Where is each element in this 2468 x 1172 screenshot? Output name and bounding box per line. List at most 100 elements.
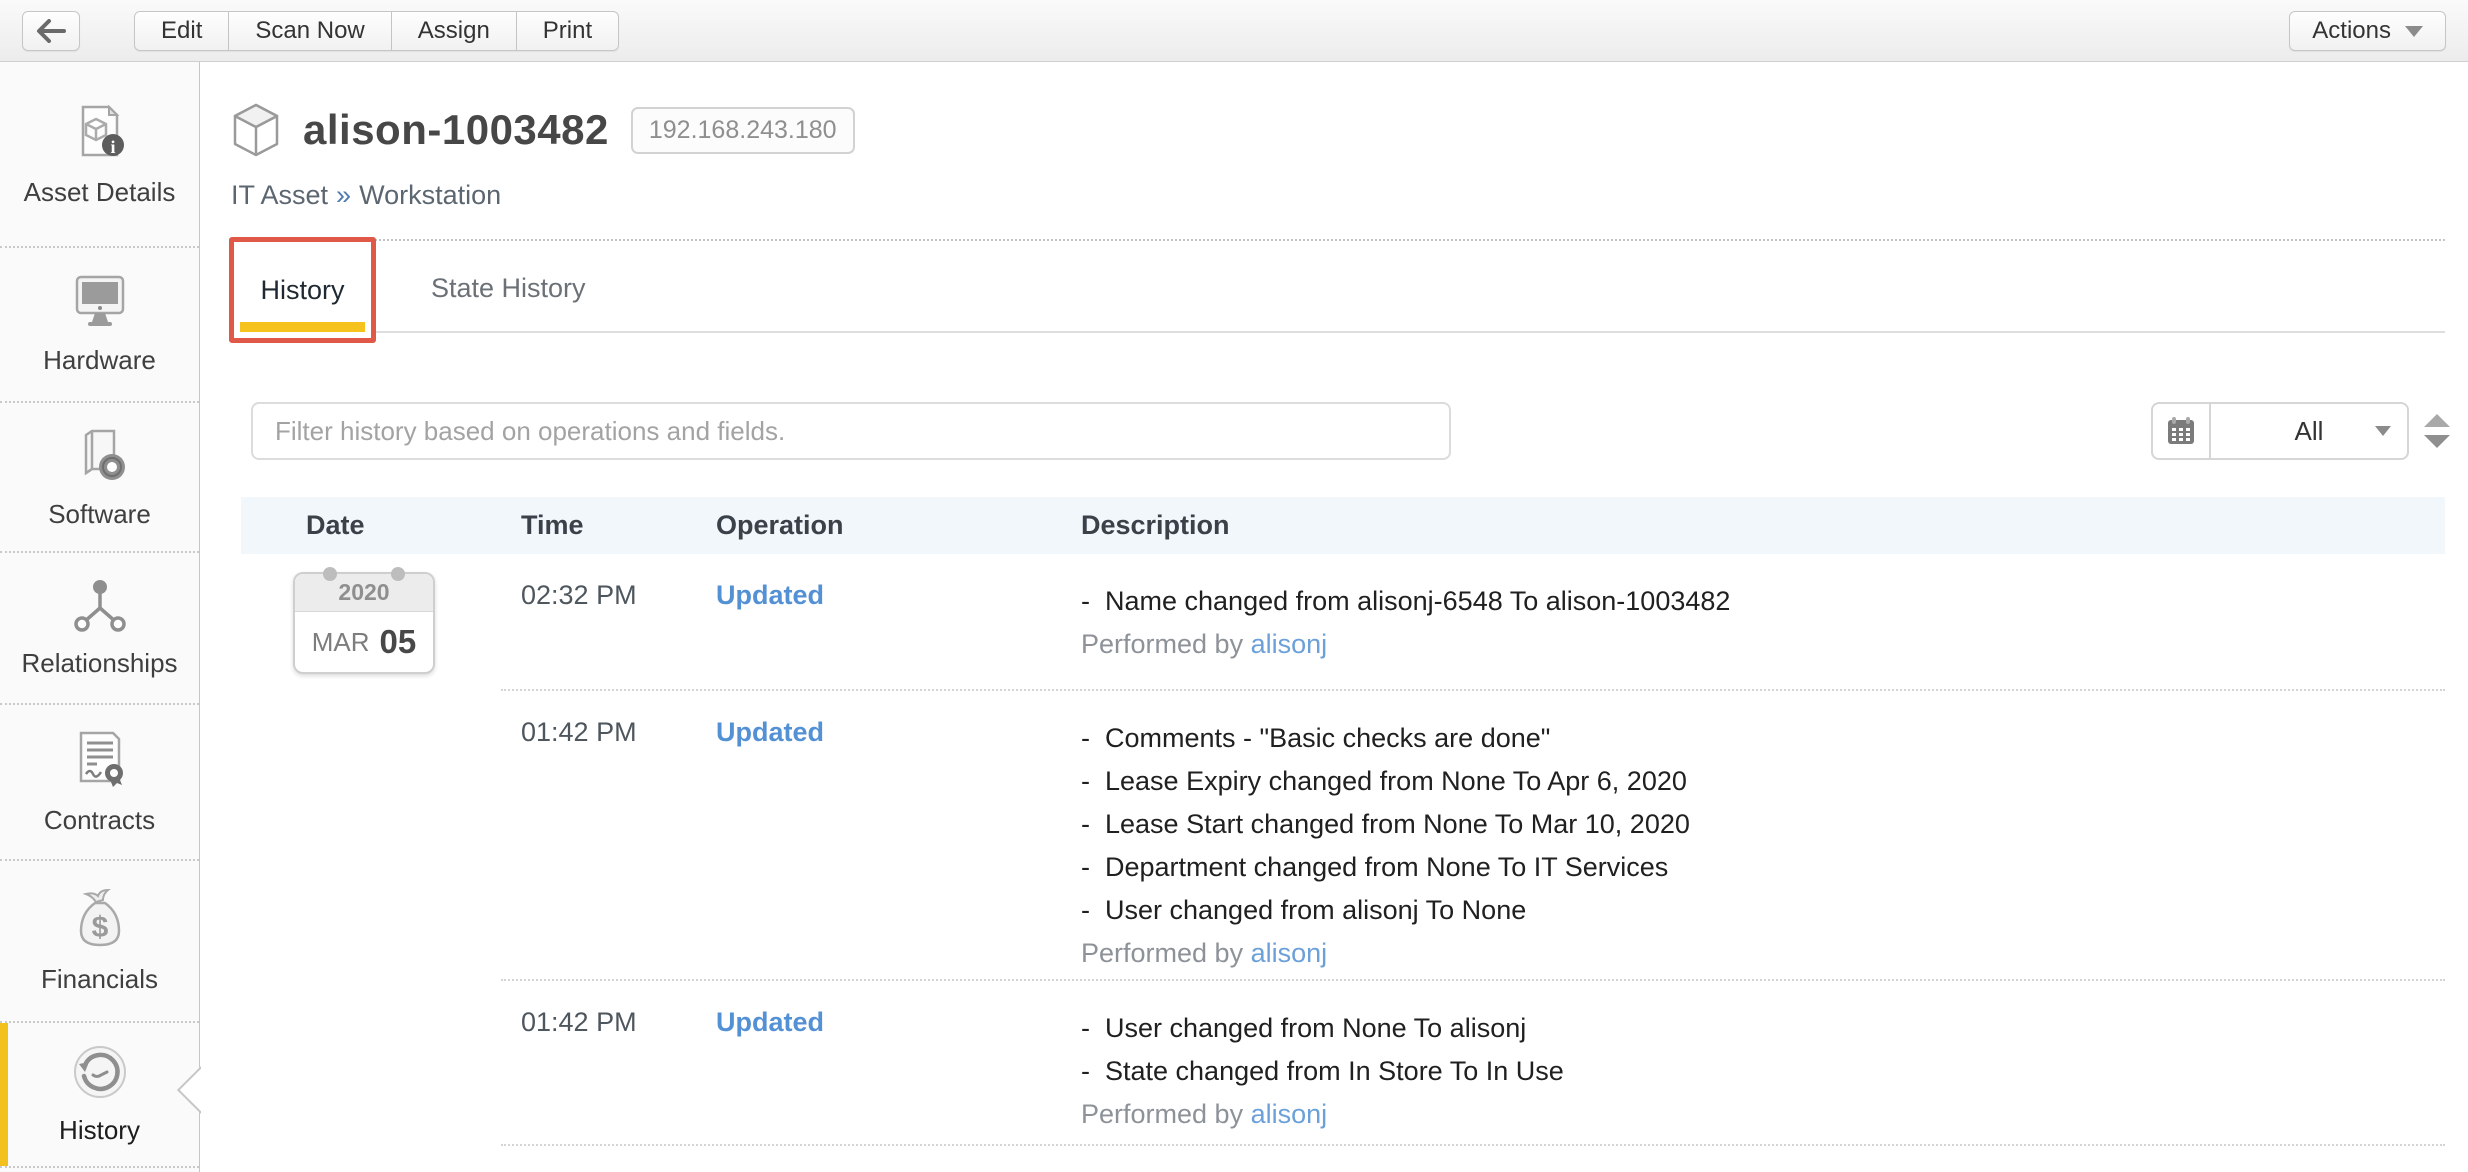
tab-state-history[interactable]: State History (431, 241, 586, 335)
performed-by-user-link[interactable]: alisonj (1251, 629, 1328, 659)
tab-history[interactable]: History (234, 242, 371, 338)
sidebar-item-hardware[interactable]: Hardware (0, 248, 199, 403)
date-card-year: 2020 (295, 574, 433, 612)
performed-by-user-link[interactable]: alisonj (1251, 938, 1328, 968)
change-line: Comments - "Basic checks are done" (1081, 717, 2445, 760)
top-toolbar: Edit Scan Now Assign Print Actions (0, 0, 2468, 62)
sort-up-down-icon (2423, 414, 2451, 448)
operation-link[interactable]: Updated (716, 1007, 824, 1037)
main-content: alison-1003482 192.168.243.180 IT Asset»… (201, 62, 2468, 1172)
caret-down-icon (2375, 426, 2391, 436)
description-cell: Comments - "Basic checks are done" Lease… (1081, 691, 2445, 979)
sidebar-item-asset-details[interactable]: i Asset Details (0, 62, 199, 248)
breadcrumb-separator-icon: » (328, 180, 359, 210)
description-cell: User changed from None To alisonj State … (1081, 981, 2445, 1144)
column-header-date: Date (241, 510, 521, 541)
sidebar-item-financials[interactable]: $ Financials (0, 861, 199, 1023)
change-line: Lease Start changed from None To Mar 10,… (1081, 803, 2445, 846)
date-card: 2020 MAR 05 (293, 572, 435, 674)
change-line: User changed from alisonj To None (1081, 889, 2445, 932)
asset-sidebar: i Asset Details Hardware Software (0, 62, 200, 1172)
history-row: 01:42 PM Updated User changed from None … (241, 981, 2445, 1144)
history-filter-input[interactable] (251, 402, 1451, 460)
performed-by-label: Performed by (1081, 629, 1243, 659)
toolbar-button-group: Edit Scan Now Assign Print (134, 11, 619, 51)
sidebar-item-relationships[interactable]: Relationships (0, 553, 199, 705)
performed-by-user-link[interactable]: alisonj (1251, 1099, 1328, 1129)
sidebar-item-label: Relationships (21, 648, 177, 679)
asset-details-icon: i (69, 101, 131, 163)
tab-bar: History State History (231, 239, 2445, 333)
date-card-month: MAR (312, 627, 370, 658)
svg-text:$: $ (91, 911, 108, 944)
sidebar-item-label: Software (48, 499, 151, 530)
change-line: State changed from In Store To In Use (1081, 1050, 2445, 1093)
calendar-icon (2165, 415, 2197, 447)
sidebar-item-label: Financials (41, 964, 158, 995)
change-line: User changed from None To alisonj (1081, 1007, 2445, 1050)
calendar-ring (323, 567, 337, 581)
history-row: 2020 MAR 05 02:32 PM Updated Name change… (241, 554, 2445, 689)
change-line: Name changed from alisonj-6548 To alison… (1081, 580, 2445, 623)
change-line: Department changed from None To IT Servi… (1081, 846, 2445, 889)
change-line: Lease Expiry changed from None To Apr 6,… (1081, 760, 2445, 803)
financials-icon: $ (70, 888, 130, 950)
history-row: 01:42 PM Updated Comments - "Basic check… (241, 691, 2445, 979)
sort-toggle[interactable] (2423, 414, 2451, 448)
breadcrumb-child: Workstation (359, 180, 501, 210)
actions-label: Actions (2312, 17, 2391, 45)
asset-title-row: alison-1003482 192.168.243.180 (231, 102, 855, 158)
edit-button[interactable]: Edit (134, 11, 229, 51)
svg-text:i: i (110, 137, 115, 157)
software-icon (70, 425, 130, 485)
performed-by-label: Performed by (1081, 1099, 1243, 1129)
time-cell: 01:42 PM (521, 981, 716, 1144)
back-button[interactable] (22, 11, 80, 51)
actions-dropdown-button[interactable]: Actions (2289, 11, 2446, 51)
sidebar-item-history[interactable]: History (0, 1023, 199, 1168)
caret-down-icon (2405, 26, 2423, 37)
history-rows: 2020 MAR 05 02:32 PM Updated Name change… (241, 554, 2445, 1146)
sidebar-item-label: Contracts (44, 805, 155, 836)
calendar-filter-button[interactable] (2151, 402, 2209, 460)
time-cell: 02:32 PM (521, 554, 716, 689)
history-table-header: Date Time Operation Description (241, 497, 2445, 554)
annotation-box: History (229, 237, 376, 343)
asset-cube-icon (231, 102, 281, 158)
performed-by-label: Performed by (1081, 938, 1243, 968)
breadcrumb: IT Asset»Workstation (231, 180, 501, 211)
sidebar-item-software[interactable]: Software (0, 403, 199, 553)
back-arrow-icon (36, 19, 66, 43)
sidebar-item-label: Asset Details (24, 177, 176, 208)
calendar-ring (391, 567, 405, 581)
operation-link[interactable]: Updated (716, 717, 824, 747)
column-header-description: Description (1081, 510, 2445, 541)
print-button[interactable]: Print (517, 11, 619, 51)
relationships-icon (71, 578, 129, 634)
active-item-indicator (0, 1023, 8, 1166)
hardware-icon (69, 273, 131, 331)
column-header-operation: Operation (716, 510, 1081, 541)
tab-label: History (260, 275, 344, 306)
date-cell (241, 691, 521, 979)
row-separator (501, 1144, 2445, 1146)
assign-button[interactable]: Assign (392, 11, 517, 51)
active-tab-underline (240, 322, 365, 332)
range-dropdown[interactable]: All (2209, 402, 2409, 460)
asset-ip-badge: 192.168.243.180 (631, 107, 855, 154)
description-cell: Name changed from alisonj-6548 To alison… (1081, 554, 2445, 689)
asset-name: alison-1003482 (303, 106, 609, 154)
date-cell (241, 981, 521, 1144)
sidebar-item-contracts[interactable]: Contracts (0, 705, 199, 861)
breadcrumb-parent: IT Asset (231, 180, 328, 210)
sidebar-item-label: History (59, 1115, 140, 1146)
time-cell: 01:42 PM (521, 691, 716, 979)
date-cell: 2020 MAR 05 (241, 554, 521, 689)
sidebar-item-label: Hardware (43, 345, 156, 376)
operation-link[interactable]: Updated (716, 580, 824, 610)
date-range-controls: All (2151, 402, 2409, 460)
history-icon (71, 1043, 129, 1101)
column-header-time: Time (521, 510, 716, 541)
date-card-day: 05 (380, 623, 417, 661)
scan-now-button[interactable]: Scan Now (229, 11, 391, 51)
